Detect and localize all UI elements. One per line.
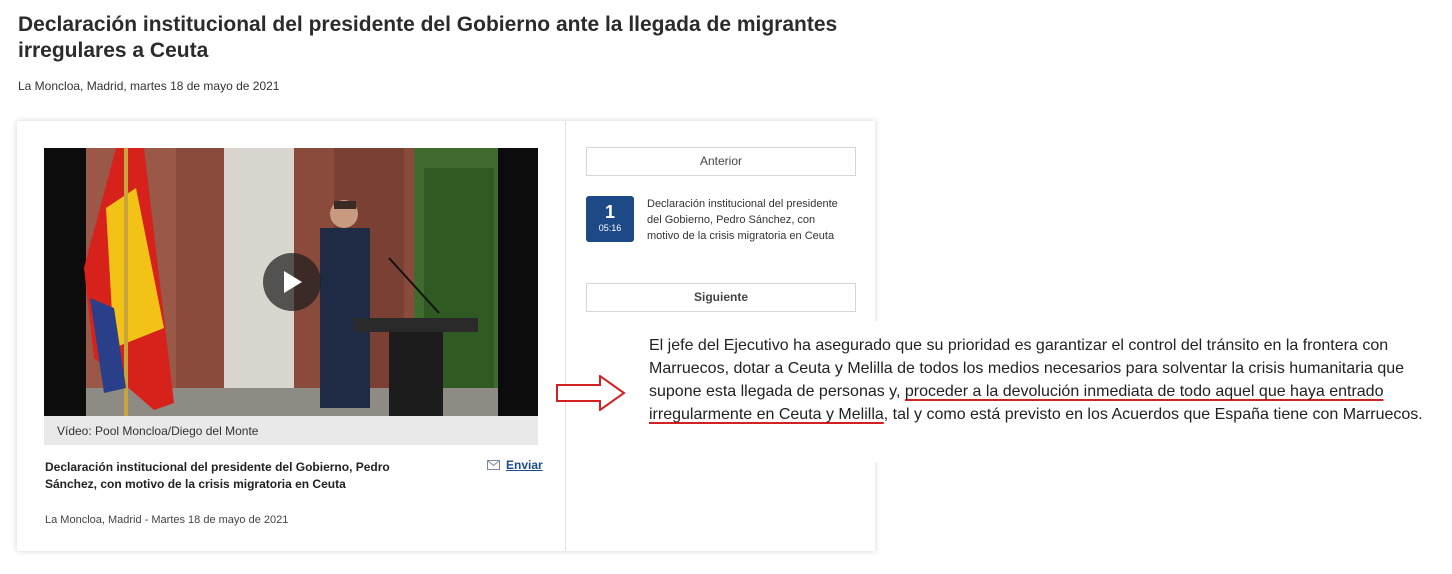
video-player[interactable] (44, 148, 538, 416)
playlist-item-title[interactable]: Declaración institucional del presidente… (647, 196, 847, 244)
playlist-number: 1 (604, 202, 615, 222)
video-caption-bar: Vídeo: Pool Moncloa/Diego del Monte (44, 416, 538, 445)
quote-callout: El jefe del Ejecutivo ha asegurado que s… (630, 321, 1445, 462)
send-link[interactable]: Enviar (487, 458, 543, 472)
video-date: La Moncloa, Madrid - Martes 18 de mayo d… (45, 514, 289, 526)
page-title: Declaración institucional del presidente… (18, 13, 838, 62)
next-button[interactable]: Siguiente (586, 283, 856, 312)
previous-button[interactable]: Anterior (586, 147, 856, 176)
playlist-duration: 05:16 (598, 223, 622, 233)
envelope-icon (487, 460, 500, 470)
callout-text: El jefe del Ejecutivo ha asegurado que s… (649, 334, 1449, 426)
playlist-item[interactable]: 1 05:16 Declaración institucional del pr… (586, 195, 854, 267)
video-title: Declaración institucional del presidente… (45, 460, 390, 491)
arrow-right-icon (556, 375, 626, 411)
video-caption: Vídeo: Pool Moncloa/Diego del Monte (57, 424, 259, 438)
callout-text-after: , tal y como está previsto en los Acuerd… (883, 406, 1423, 423)
playlist-number-badge: 1 05:16 (586, 196, 634, 242)
card-divider (565, 121, 566, 551)
play-button[interactable] (263, 253, 321, 311)
play-icon (284, 271, 302, 293)
send-label[interactable]: Enviar (506, 458, 543, 472)
page-location-date: La Moncloa, Madrid, martes 18 de mayo de… (18, 79, 280, 93)
